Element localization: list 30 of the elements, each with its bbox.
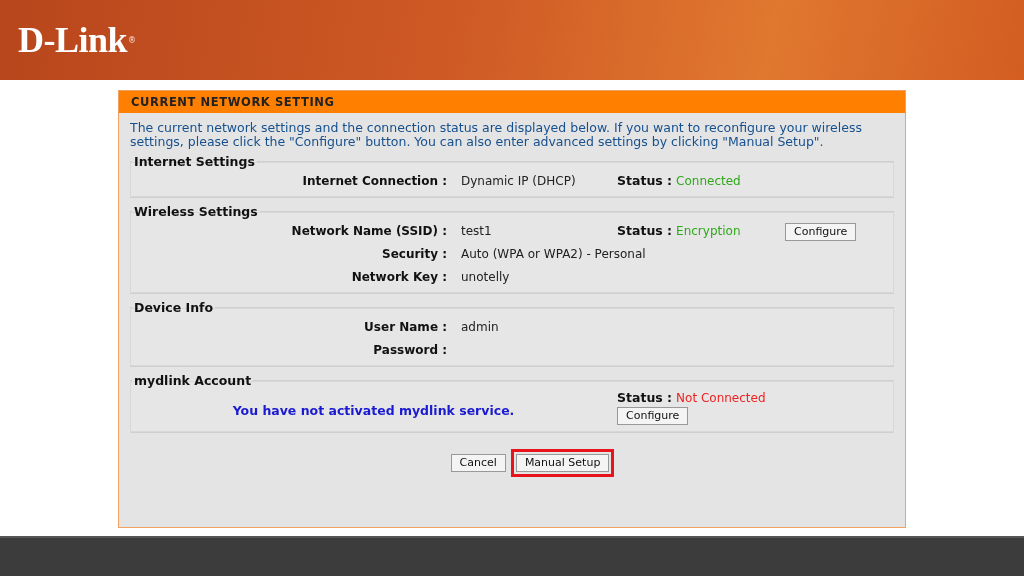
registered-mark: ® — [128, 35, 137, 45]
group-title: mydlink Account — [133, 373, 253, 388]
intro-text: The current network settings and the connection status are displayed below. If you want to reconfigure your wireless settings, please click the "Configure" button. You can also enter advanced settings by clicking "Manual Setup". — [130, 121, 863, 148]
panel-title: CURRENT NETWORK SETTING — [119, 91, 905, 113]
status-value: Encryption — [676, 223, 741, 238]
field-label: Network Name (SSID) : — [291, 223, 447, 238]
group-title: Wireless Settings — [133, 204, 259, 219]
field-label: Security : — [382, 246, 447, 261]
field-value: Dynamic IP (DHCP) — [460, 173, 577, 188]
field-label: User Name : — [364, 319, 447, 334]
field-value: Auto (WPA or WPA2) - Personal — [460, 246, 647, 261]
brand-logo: D-Link — [18, 19, 128, 61]
status-label: Status : — [617, 390, 673, 405]
field-value: admin — [460, 319, 500, 334]
form-button[interactable]: Manual Setup — [515, 454, 610, 472]
status-value: Connected — [676, 173, 741, 188]
field-value: test1 — [460, 223, 493, 238]
form-button[interactable]: Cancel — [450, 454, 506, 472]
field-value: unotelly — [460, 269, 511, 284]
status-label: Status : — [617, 223, 673, 238]
configure-button[interactable]: Configure — [785, 223, 857, 241]
configure-button[interactable]: Configure — [617, 407, 689, 425]
field-label: Internet Connection : — [302, 173, 447, 188]
mydlink-message: You have not activated mydlink service. — [231, 402, 516, 418]
group-title: Device Info — [133, 300, 215, 315]
group-title: Internet Settings — [133, 154, 256, 169]
field-label: Password : — [373, 342, 447, 357]
status-value: Not Connected — [676, 390, 766, 405]
field-label: Network Key : — [351, 269, 447, 284]
status-label: Status : — [617, 173, 673, 188]
